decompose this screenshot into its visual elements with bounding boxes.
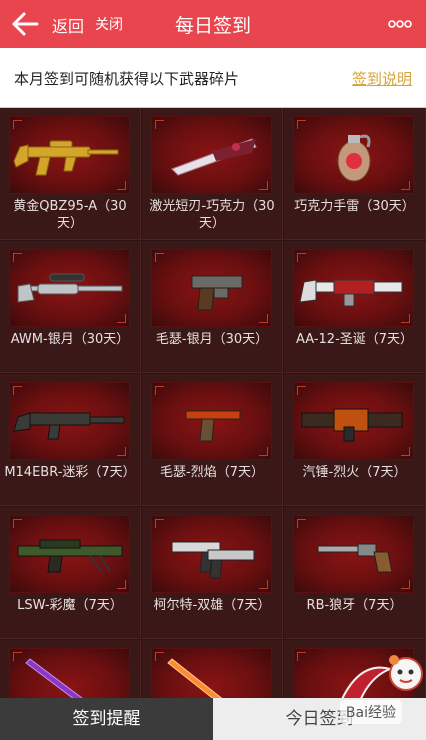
reward-item[interactable]: 黄金QBZ95-A（30天） (0, 108, 141, 240)
weapon-image (151, 515, 272, 593)
weapon-image (151, 116, 272, 194)
reward-item[interactable]: AWM-银月（30天） (0, 241, 141, 373)
weapon-name: M14EBR-迷彩（7天） (4, 465, 136, 480)
gold-rifle-icon (13, 140, 119, 176)
weapon-image (9, 648, 130, 698)
reward-item[interactable]: LSW-彩魔（7天） (0, 507, 141, 639)
reward-item[interactable]: 柯尔特-双雄（7天） (142, 507, 283, 639)
weapon-image (293, 116, 414, 194)
revolver-icon (317, 543, 393, 573)
remind-button[interactable]: 签到提醒 (0, 698, 213, 740)
weapon-name: AA-12-圣诞（7天） (295, 332, 414, 347)
sniper-rifle-icon (17, 273, 123, 303)
weapon-image (151, 648, 272, 698)
reward-item[interactable]: 激光短刃-巧克力（30天） (142, 108, 283, 240)
reward-grid: 黄金QBZ95-A（30天） 激光短刃-巧克力（30天） 巧克力手雷（30天） AWM… (0, 108, 426, 698)
weapon-image (293, 382, 414, 460)
weapon-name: AWM-银月（30天） (10, 332, 130, 347)
page-title: 每日签到 (174, 15, 251, 37)
reward-item[interactable]: RB-狼牙（7天） (284, 507, 426, 639)
info-bar: 本月签到可随机获得以下武器碎片 签到说明 (0, 48, 426, 108)
laser-blade-icon (171, 138, 257, 176)
weapon-name: 黄金QBZ95-A（30天） (13, 199, 127, 231)
mascot-icon (389, 655, 423, 691)
top-bar: 返回 关闭 每日签到 (0, 0, 426, 48)
shotgun-icon (299, 279, 403, 307)
fire-sword-icon (167, 658, 223, 698)
heavy-gun-icon (301, 408, 403, 442)
mauser-pistol-icon (191, 275, 243, 311)
grenade-icon (337, 134, 371, 182)
weapon-name: 柯尔特-双雄（7天） (153, 598, 271, 613)
weapon-name: 毛瑟-银月（30天） (155, 332, 269, 347)
reward-item[interactable] (0, 640, 141, 698)
reward-item[interactable]: 汽锤-烈火（7天） (284, 374, 426, 506)
purple-blade-icon (25, 658, 83, 698)
weapon-image (9, 382, 130, 460)
flame-pistol-icon (185, 410, 241, 442)
weapon-image (293, 249, 414, 327)
info-text: 本月签到可随机获得以下武器碎片 (14, 70, 240, 88)
weapon-image (293, 515, 414, 593)
weapon-name: 巧克力手雷（30天） (294, 199, 415, 214)
dual-pistols-icon (171, 541, 255, 579)
lmg-icon (17, 539, 123, 573)
weapon-name: 毛瑟-烈焰（7天） (160, 465, 264, 480)
weapon-name: 汽锤-烈火（7天） (302, 465, 407, 480)
rules-link[interactable]: 签到说明 (352, 68, 412, 89)
weapon-name: RB-狼牙（7天） (306, 598, 403, 613)
weapon-image (9, 515, 130, 593)
reward-item[interactable]: 毛瑟-烈焰（7天） (142, 374, 283, 506)
reward-item[interactable]: 巧克力手雷（30天） (284, 108, 426, 240)
weapon-name: 激光短刃-巧克力（30天） (149, 199, 275, 231)
reward-item[interactable] (142, 640, 283, 698)
weapon-name: LSW-彩魔（7天） (17, 598, 123, 613)
reward-item[interactable]: 毛瑟-银月（30天） (142, 241, 283, 373)
watermark: Bai经验 (339, 700, 402, 724)
more-icon[interactable] (388, 18, 412, 30)
weapon-image (151, 249, 272, 327)
weapon-image (9, 116, 130, 194)
weapon-image (151, 382, 272, 460)
weapon-image (9, 249, 130, 327)
battle-rifle-icon (13, 412, 125, 440)
reward-item[interactable]: AA-12-圣诞（7天） (284, 241, 426, 373)
reward-item[interactable]: M14EBR-迷彩（7天） (0, 374, 141, 506)
